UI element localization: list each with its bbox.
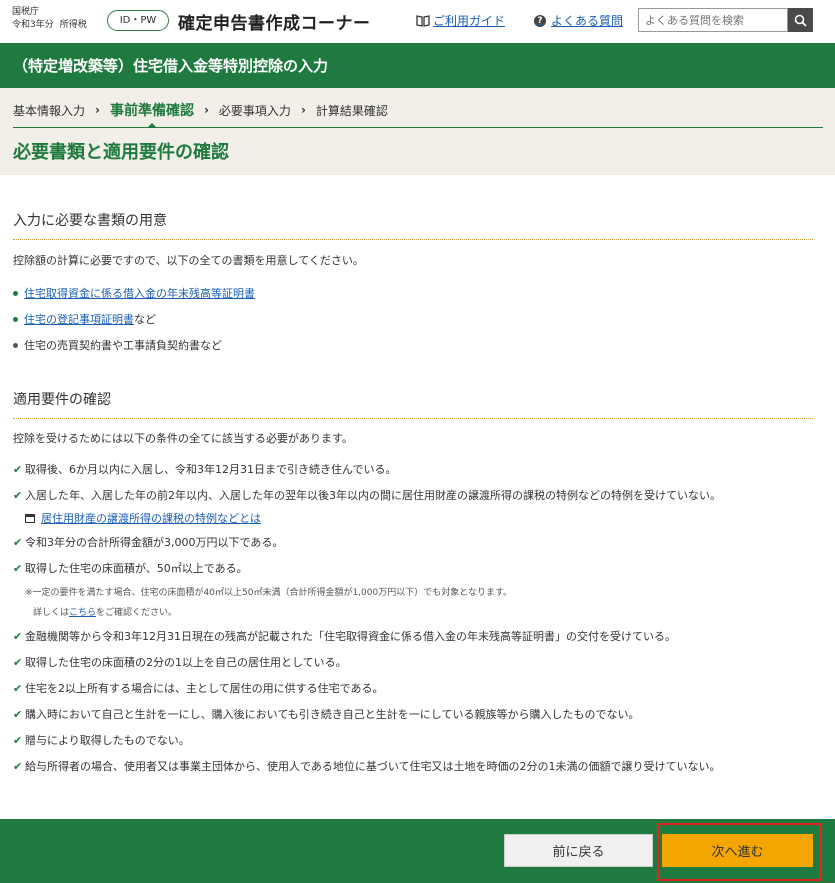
new-window-icon <box>25 513 35 523</box>
form-title: （特定増改築等）住宅借入金等特別控除の入力 <box>13 57 329 75</box>
faq-label: よくある質問 <box>551 14 624 28</box>
top-header: 国税庁 令和3年分 所得税 ID・PW 確定申告書作成コーナー ご利用ガイド ? … <box>0 0 835 43</box>
step-required-input: 必要事項入力 <box>218 103 291 118</box>
step-result: 計算結果確認 <box>315 103 388 118</box>
search-button[interactable] <box>788 8 813 32</box>
requirement-text: 令和3年分の合計所得金額が3,000万円以下である。 <box>25 536 284 549</box>
app-title: 確定申告書作成コーナー <box>178 14 371 34</box>
check-icon: ✔ <box>13 463 23 476</box>
requirement-item: ✔ 住宅を2以上所有する場合には、主として居住の用に供する住宅である。 <box>13 682 823 696</box>
guide-label: ご利用ガイド <box>433 14 506 28</box>
floor-area-note: ※一定の要件を満たす場合、住宅の床面積が40㎡以上50㎡未満（合計所得金額が1,… <box>25 588 513 598</box>
step-preparation: 事前準備確認 <box>110 100 194 128</box>
step-separator: › <box>300 103 306 117</box>
doc-suffix: など <box>134 313 156 326</box>
requirement-item: ✔ 購入時において自己と生計を一にし、購入後においても引き続き自己と生計を一にし… <box>13 708 823 722</box>
step-separator: › <box>95 103 100 117</box>
doc-item: 住宅の登記事項証明書 など <box>13 311 156 327</box>
requirement-item: ✔ 取得した住宅の床面積の2分の1以上を自己の居住用としている。 <box>13 656 823 670</box>
step-divider <box>13 127 823 128</box>
requirement-item: ✔ 取得した住宅の床面積が、50㎡以上である。 <box>13 562 823 576</box>
doc-item: 住宅の売買契約書や工事請負契約書など <box>13 337 222 353</box>
bullet-icon <box>13 342 18 348</box>
check-icon: ✔ <box>13 489 23 502</box>
requirement-text: 取得した住宅の床面積の2分の1以上を自己の居住用としている。 <box>25 656 347 669</box>
doc-text: 住宅の売買契約書や工事請負契約書など <box>24 339 222 352</box>
steps-area: 基本情報入力 › 事前準備確認 › 必要事項入力 › 計算結果確認 必要書類と適… <box>0 88 835 175</box>
docs-intro: 控除額の計算に必要ですので、以下の全ての書類を用意してください。 <box>13 254 364 267</box>
requirement-item: ✔ 取得後、6か月以内に入居し、令和3年12月31日まで引き続き住んでいる。 <box>13 463 823 477</box>
check-icon: ✔ <box>13 656 23 669</box>
requirement-text: 取得後、6か月以内に入居し、令和3年12月31日まで引き続き住んでいる。 <box>25 463 397 476</box>
bullet-icon <box>13 316 18 322</box>
back-button[interactable]: 前に戻る <box>504 834 653 867</box>
book-icon <box>416 14 430 27</box>
tax-year-info: 令和3年分 所得税 <box>12 19 93 32</box>
requirement-text: 取得した住宅の床面積が、50㎡以上である。 <box>25 562 248 575</box>
doc-link-loan-certificate[interactable]: 住宅取得資金に係る借入金の年末残高等証明書 <box>24 285 255 301</box>
search-icon <box>794 14 807 27</box>
next-button[interactable]: 次へ進む <box>662 834 813 867</box>
check-icon: ✔ <box>13 536 23 549</box>
requirement-text: 入居した年、入居した年の前2年以内、入居した年の翌年以後3年以内の間に居住用財産… <box>25 489 721 502</box>
step-navigation: 基本情報入力 › 事前準備確認 › 必要事項入力 › 計算結果確認 <box>13 100 388 128</box>
tax-year: 令和3年分 <box>12 20 54 30</box>
requirement-text: 住宅を2以上所有する場合には、主として居住の用に供する住宅である。 <box>25 682 384 695</box>
bullet-icon <box>13 290 18 296</box>
reqs-intro: 控除を受けるためには以下の条件の全てに該当する必要があります。 <box>13 432 353 445</box>
check-icon: ✔ <box>13 630 23 643</box>
details-post: をご確認ください。 <box>96 608 178 618</box>
footer-bar: 前に戻る 次へ進む <box>0 819 835 883</box>
title-band: （特定増改築等）住宅借入金等特別控除の入力 <box>0 43 835 88</box>
tax-type: 所得税 <box>59 20 87 30</box>
docs-section-title: 入力に必要な書類の用意 <box>13 210 813 240</box>
details-pre: 詳しくは <box>33 608 70 618</box>
requirement-text: 購入時において自己と生計を一にし、購入後においても引き続き自己と生計を一にしてい… <box>25 708 640 721</box>
agency-name: 国税庁 <box>12 7 40 17</box>
requirement-text: 給与所得者の場合、使用者又は事業主団体から、使用人である地位に基づいて住宅又は土… <box>25 760 721 773</box>
faq-link[interactable]: ? よくある質問 <box>534 12 623 29</box>
special-link-row: 居住用財産の譲渡所得の課税の特例などとは <box>25 510 261 526</box>
check-icon: ✔ <box>13 760 23 773</box>
step-separator: › <box>203 103 209 117</box>
check-icon: ✔ <box>13 708 23 721</box>
agency-info: 国税庁 令和3年分 所得税 <box>12 6 93 32</box>
page-title: 必要書類と適用要件の確認 <box>13 142 229 163</box>
search-input[interactable] <box>638 8 788 32</box>
guide-link[interactable]: ご利用ガイド <box>416 12 505 29</box>
requirement-item: ✔ 贈与により取得したものでない。 <box>13 734 823 748</box>
requirement-text: 金融機関等から令和3年12月31日現在の残高が記載された「住宅取得資金に係る借入… <box>25 630 676 643</box>
requirement-text: 贈与により取得したものでない。 <box>25 734 190 747</box>
requirement-item: ✔ 金融機関等から令和3年12月31日現在の残高が記載された「住宅取得資金に係る… <box>13 630 823 644</box>
requirement-item: ✔ 入居した年、入居した年の前2年以内、入居した年の翌年以後3年以内の間に居住用… <box>13 489 823 503</box>
doc-link-registry[interactable]: 住宅の登記事項証明書 <box>24 311 134 327</box>
step-basic-info: 基本情報入力 <box>13 103 86 118</box>
check-icon: ✔ <box>13 734 23 747</box>
special-rules-link[interactable]: 居住用財産の譲渡所得の課税の特例などとは <box>41 510 261 526</box>
requirement-item: ✔ 令和3年分の合計所得金額が3,000万円以下である。 <box>13 536 823 550</box>
requirement-item: ✔ 給与所得者の場合、使用者又は事業主団体から、使用人である地位に基づいて住宅又… <box>13 760 823 774</box>
details-link[interactable]: こちら <box>69 608 96 618</box>
idpw-badge: ID・PW <box>107 10 169 31</box>
reqs-section-title: 適用要件の確認 <box>13 389 813 419</box>
check-icon: ✔ <box>13 682 23 695</box>
question-icon: ? <box>534 14 546 27</box>
details-note: 詳しくはこちらをご確認ください。 <box>33 605 177 618</box>
doc-item: 住宅取得資金に係る借入金の年末残高等証明書 <box>13 285 255 301</box>
check-icon: ✔ <box>13 562 23 575</box>
